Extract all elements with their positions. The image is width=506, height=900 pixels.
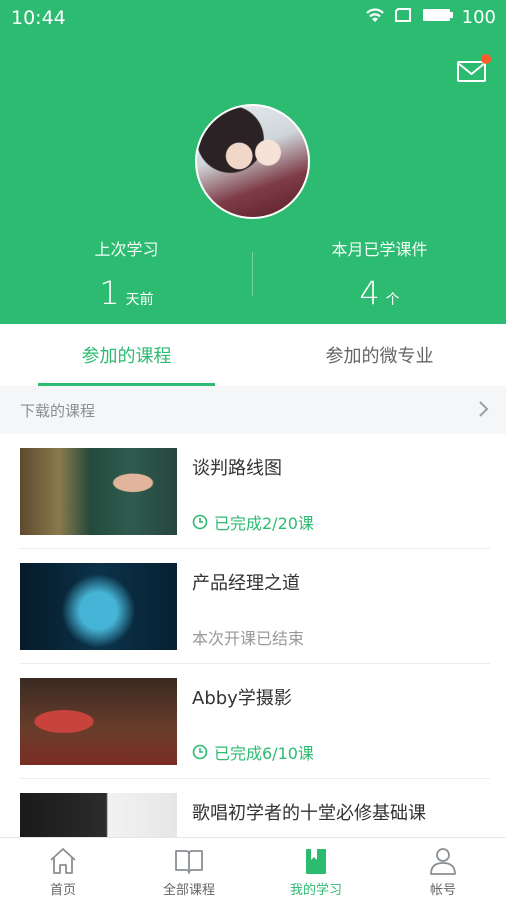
stat-unit: 天前 xyxy=(125,292,154,308)
nav-label: 首页 xyxy=(49,883,76,898)
course-status-text: 已完成2/20课 xyxy=(214,514,314,533)
stat-month-courseware: 本月已学课件 4个 xyxy=(253,236,506,312)
tab-micro-majors[interactable]: 参加的微专业 xyxy=(253,324,506,386)
battery-icon xyxy=(422,7,454,27)
nav-home[interactable]: 首页 xyxy=(0,838,126,900)
stat-label: 上次学习 xyxy=(94,240,159,259)
course-status-text: 已完成6/10课 xyxy=(214,744,314,763)
course-title: 歌唱初学者的十堂必修基础课 xyxy=(192,803,426,824)
nav-label: 帐号 xyxy=(429,883,456,898)
course-thumbnail xyxy=(20,448,177,535)
nav-label: 全部课程 xyxy=(162,883,215,898)
bottom-nav: 首页 全部课程 我的学习 帐号 xyxy=(0,837,506,900)
course-status-text: 本次开课已结束 xyxy=(192,629,305,648)
messages-button[interactable] xyxy=(456,54,491,84)
stat-value: 1 xyxy=(99,274,120,312)
nav-account[interactable]: 帐号 xyxy=(380,838,506,900)
profile-header: 10:44 100 上次学习 1 天前 本月已学课件 4个 xyxy=(0,0,506,324)
course-title: Abby学摄影 xyxy=(192,688,292,709)
book-icon xyxy=(174,846,204,880)
course-thumbnail xyxy=(20,563,177,650)
status-time: 10:44 xyxy=(11,7,66,29)
stat-last-study: 上次学习 1 天前 xyxy=(0,236,253,312)
course-item[interactable]: 谈判路线图 已完成2/20课 xyxy=(20,434,490,549)
stat-unit: 个 xyxy=(385,292,400,308)
sim-icon xyxy=(394,6,414,28)
status-bar: 10:44 100 xyxy=(0,0,506,36)
nav-my-learning[interactable]: 我的学习 xyxy=(253,838,379,900)
course-title: 谈判路线图 xyxy=(192,458,282,479)
nav-all-courses[interactable]: 全部课程 xyxy=(126,838,252,900)
course-item[interactable]: Abby学摄影 已完成6/10课 xyxy=(20,664,490,779)
chevron-right-icon xyxy=(478,400,490,422)
course-title: 产品经理之道 xyxy=(192,573,300,594)
tab-enrolled-courses[interactable]: 参加的课程 xyxy=(0,324,253,386)
nav-label: 我的学习 xyxy=(289,883,342,898)
bookmark-icon xyxy=(301,846,331,880)
notification-dot xyxy=(481,54,491,64)
stat-value: 4 xyxy=(359,274,380,312)
clock-icon xyxy=(192,514,208,530)
course-status: 已完成2/20课 xyxy=(192,510,314,534)
clock-icon xyxy=(192,744,208,760)
course-thumbnail xyxy=(20,678,177,765)
avatar[interactable] xyxy=(195,104,310,219)
person-icon xyxy=(428,846,458,880)
stat-label: 本月已学课件 xyxy=(331,240,428,259)
course-item[interactable]: 产品经理之道 本次开课已结束 xyxy=(20,549,490,664)
downloaded-courses-row[interactable]: 下载的课程 xyxy=(0,386,506,434)
course-status: 本次开课已结束 xyxy=(192,625,304,649)
battery-level: 100 xyxy=(461,6,496,28)
course-status: 已完成6/10课 xyxy=(192,740,314,764)
wifi-icon xyxy=(364,6,386,28)
tab-bar: 参加的课程 参加的微专业 xyxy=(0,324,506,386)
downloaded-courses-label: 下载的课程 xyxy=(20,401,96,420)
home-icon xyxy=(48,846,78,880)
